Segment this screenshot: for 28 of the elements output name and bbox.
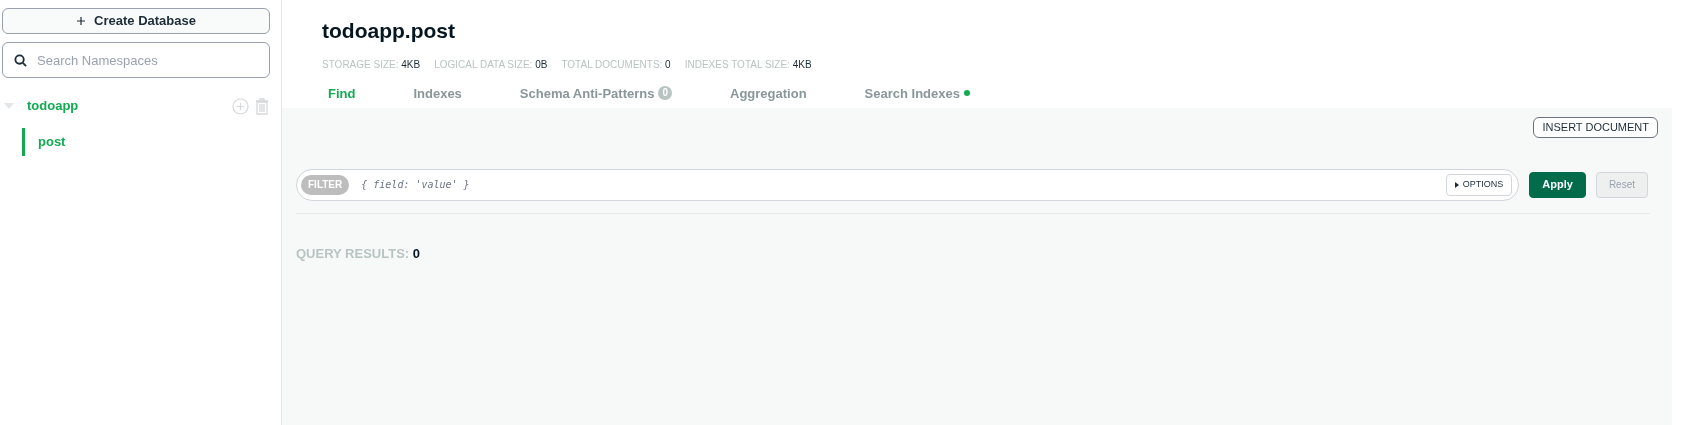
tab[interactable]: Schema Anti-Patterns 0	[519, 83, 673, 103]
caret-icon	[1454, 181, 1459, 188]
database-name[interactable]: todoapp	[27, 96, 79, 116]
caret-icon[interactable]	[4, 102, 14, 110]
add-icon[interactable]	[232, 97, 249, 115]
search-icon	[14, 54, 27, 67]
tab[interactable]: Search Indexes	[864, 83, 970, 103]
plus-icon	[76, 16, 87, 26]
search-field[interactable]: Search Namespaces	[2, 42, 270, 78]
stat-text: INDEXES TOTAL SIZE: 4KB	[684, 57, 812, 72]
stat-text: LOGICAL DATA SIZE: 0B	[434, 57, 548, 72]
tab[interactable]: Indexes	[413, 83, 462, 103]
filter-label: FILTER	[301, 174, 350, 195]
create-database-button[interactable]: Create Database	[2, 8, 270, 34]
filter-input[interactable]: { field: 'value' }	[361, 177, 1434, 192]
collection-title: todoapp.post	[322, 18, 456, 44]
query-results-text: QUERY RESULTS: 0	[296, 244, 422, 263]
tab[interactable]: Find	[328, 83, 356, 103]
count-badge: 0	[658, 86, 673, 101]
stat-text: TOTAL DOCUMENTS: 0	[561, 57, 671, 72]
trash-icon[interactable]	[255, 97, 269, 115]
apply-button[interactable]: Apply	[1529, 171, 1586, 198]
insert-document-button[interactable]: INSERT DOCUMENT	[1533, 116, 1658, 138]
filter-field[interactable]: FILTER { field: 'value' } OPTIONS	[296, 168, 1520, 201]
tab[interactable]: Aggregation	[730, 83, 807, 103]
stat-text: STORAGE SIZE: 4KB	[322, 57, 421, 72]
collection-item[interactable]: post	[22, 128, 279, 156]
options-button[interactable]: OPTIONS	[1445, 173, 1513, 196]
